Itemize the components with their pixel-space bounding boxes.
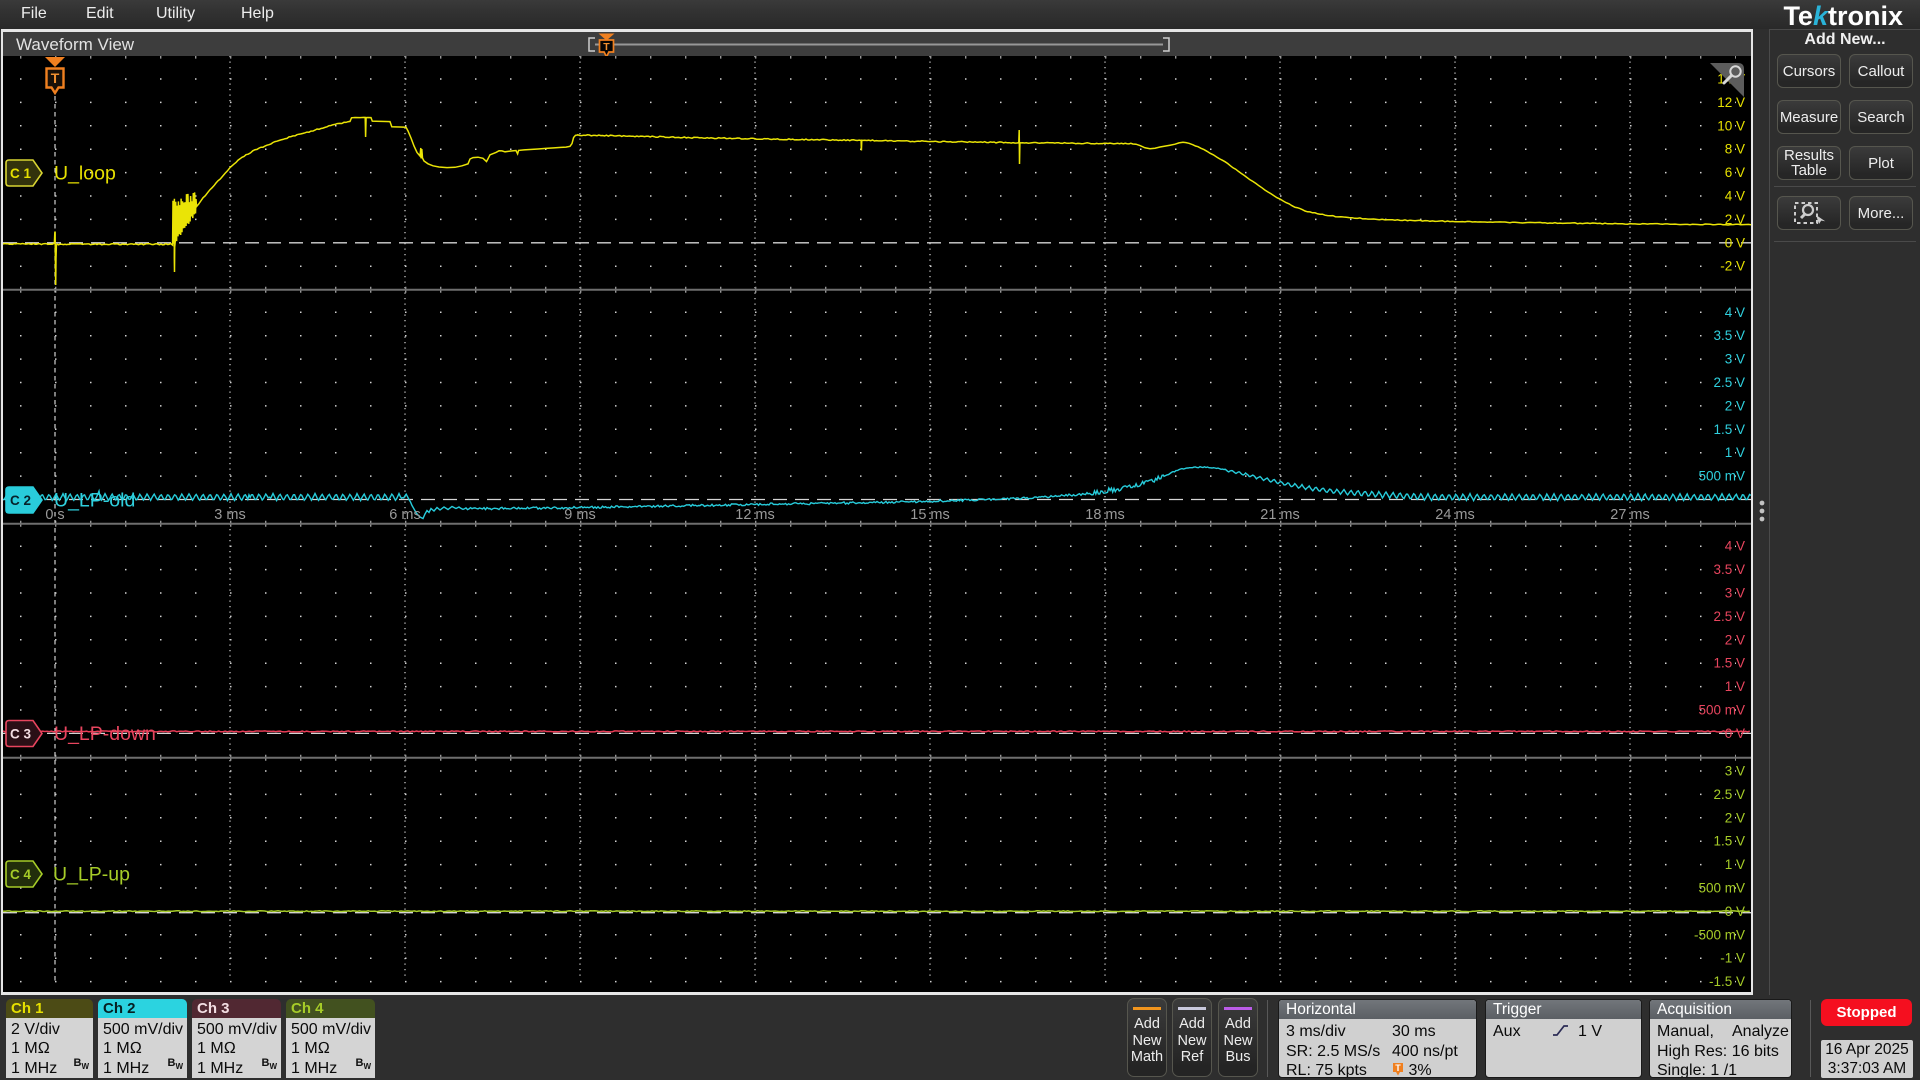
svg-text:-1.5 V: -1.5 V (1709, 974, 1745, 989)
svg-text:2.5 V: 2.5 V (1713, 787, 1745, 802)
svg-text:27 ms: 27 ms (1610, 507, 1650, 523)
svg-text:U_loop: U_loop (54, 163, 116, 185)
svg-text:1 V: 1 V (1725, 679, 1745, 694)
svg-text:24 ms: 24 ms (1435, 507, 1475, 523)
svg-text:-500 mV: -500 mV (1694, 927, 1745, 942)
svg-text:U_LP-down: U_LP-down (54, 723, 156, 745)
svg-text:10 V: 10 V (1717, 118, 1745, 133)
svg-text:4 V: 4 V (1725, 539, 1745, 554)
svg-text:2 V: 2 V (1725, 810, 1745, 825)
svg-text:U_LP-old: U_LP-old (54, 490, 135, 512)
svg-text:500 mV: 500 mV (1698, 881, 1745, 896)
svg-text:6 V: 6 V (1725, 165, 1745, 180)
svg-text:3 ms: 3 ms (214, 507, 245, 523)
svg-text:T: T (1395, 1063, 1401, 1073)
svg-text:2 V: 2 V (1725, 212, 1745, 227)
svg-text:0 V: 0 V (1725, 726, 1745, 741)
svg-text:8 V: 8 V (1725, 142, 1745, 157)
svg-text:3 V: 3 V (1725, 764, 1745, 779)
svg-text:3.5 V: 3.5 V (1713, 562, 1745, 577)
svg-text:1.5 V: 1.5 V (1713, 834, 1745, 849)
svg-text:9 ms: 9 ms (564, 507, 595, 523)
svg-text:3 V: 3 V (1725, 586, 1745, 601)
svg-text:C 1: C 1 (10, 166, 32, 181)
svg-text:3.5 V: 3.5 V (1713, 328, 1745, 343)
svg-text:2 V: 2 V (1725, 398, 1745, 413)
svg-text:15 ms: 15 ms (910, 507, 950, 523)
svg-text:12 ms: 12 ms (735, 507, 775, 523)
svg-text:T: T (51, 70, 60, 86)
svg-text:4 V: 4 V (1725, 189, 1745, 204)
svg-text:1 V: 1 V (1725, 857, 1745, 872)
svg-text:1 V: 1 V (1725, 445, 1745, 460)
svg-text:1.5 V: 1.5 V (1713, 422, 1745, 437)
svg-text:21 ms: 21 ms (1260, 507, 1300, 523)
svg-text:18 ms: 18 ms (1085, 507, 1125, 523)
svg-text:C 3: C 3 (10, 727, 32, 742)
svg-text:0 V: 0 V (1725, 904, 1745, 919)
svg-text:0 V: 0 V (1725, 235, 1745, 250)
svg-text:2.5 V: 2.5 V (1713, 375, 1745, 390)
svg-text:-2 V: -2 V (1720, 259, 1745, 274)
svg-text:500 mV: 500 mV (1698, 703, 1745, 718)
svg-text:C 4: C 4 (10, 867, 32, 882)
svg-text:U_LP-up: U_LP-up (53, 864, 130, 886)
svg-text:T: T (603, 41, 610, 53)
svg-text:C 2: C 2 (10, 493, 31, 508)
svg-text:3 V: 3 V (1725, 352, 1745, 367)
svg-text:6 ms: 6 ms (389, 507, 420, 523)
svg-text:2 V: 2 V (1725, 632, 1745, 647)
svg-text:12 V: 12 V (1717, 95, 1745, 110)
svg-text:2.5 V: 2.5 V (1713, 609, 1745, 624)
svg-text:1.5 V: 1.5 V (1713, 656, 1745, 671)
svg-text:-1 V: -1 V (1720, 951, 1745, 966)
svg-text:4 V: 4 V (1725, 305, 1745, 320)
svg-text:500 mV: 500 mV (1698, 469, 1745, 484)
